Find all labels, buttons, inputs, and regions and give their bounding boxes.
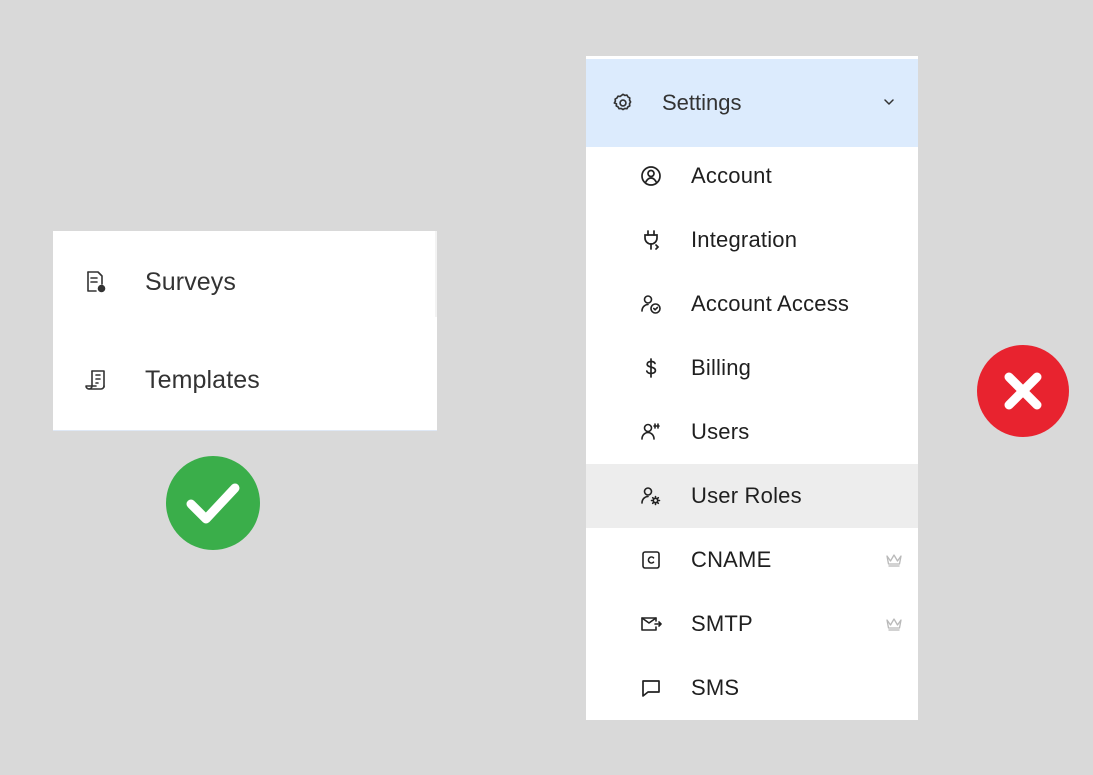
settings-item-label: CNAME xyxy=(691,547,772,572)
plug-icon xyxy=(638,227,664,253)
nav-item-label: Templates xyxy=(145,365,260,394)
left-nav-panel: Surveys Templates xyxy=(53,231,437,431)
settings-item-billing[interactable]: Billing xyxy=(586,336,918,400)
settings-item-smtp[interactable]: SMTP xyxy=(586,592,918,656)
settings-item-label: Account xyxy=(691,163,772,188)
rejected-badge xyxy=(977,345,1069,437)
survey-document-icon xyxy=(83,269,109,295)
settings-item-label: Users xyxy=(691,419,750,444)
settings-item-sms[interactable]: SMS xyxy=(586,656,918,720)
user-access-icon xyxy=(638,291,664,317)
approved-badge xyxy=(166,456,260,550)
nav-item-templates[interactable]: Templates xyxy=(53,356,260,404)
account-circle-icon xyxy=(638,163,664,189)
panel-edge xyxy=(435,231,437,317)
chevron-down-icon[interactable] xyxy=(882,97,896,107)
user-gear-icon xyxy=(638,483,664,509)
crown-icon xyxy=(886,618,902,631)
settings-item-label: Account Access xyxy=(691,291,850,316)
settings-item-label: User Roles xyxy=(691,483,802,508)
users-icon xyxy=(638,419,664,445)
cross-icon xyxy=(1004,372,1042,410)
chat-bubble-icon xyxy=(638,675,664,701)
nav-item-surveys[interactable]: Surveys xyxy=(53,258,236,306)
dollar-icon xyxy=(638,355,664,381)
settings-item-label: SMS xyxy=(691,675,740,700)
settings-panel: Settings Account Integration Account Acc… xyxy=(586,56,918,720)
settings-item-user-roles[interactable]: User Roles xyxy=(586,464,918,528)
settings-header-label: Settings xyxy=(662,90,742,115)
settings-item-integration[interactable]: Integration xyxy=(586,208,918,272)
settings-item-label: SMTP xyxy=(691,611,753,636)
settings-item-users[interactable]: Users xyxy=(586,400,918,464)
crown-icon xyxy=(886,554,902,567)
settings-item-label: Billing xyxy=(691,355,752,380)
settings-item-account-access[interactable]: Account Access xyxy=(586,272,918,336)
settings-item-cname[interactable]: CNAME xyxy=(586,528,918,592)
cname-c-icon xyxy=(638,547,664,573)
settings-item-account[interactable]: Account xyxy=(586,144,918,208)
checkmark-icon xyxy=(186,483,240,524)
gear-icon xyxy=(611,91,635,115)
nav-item-label: Surveys xyxy=(145,267,237,296)
settings-item-label: Integration xyxy=(691,227,798,252)
templates-scroll-icon xyxy=(83,367,109,393)
settings-header[interactable]: Settings xyxy=(586,59,918,147)
mail-send-icon xyxy=(638,611,664,637)
